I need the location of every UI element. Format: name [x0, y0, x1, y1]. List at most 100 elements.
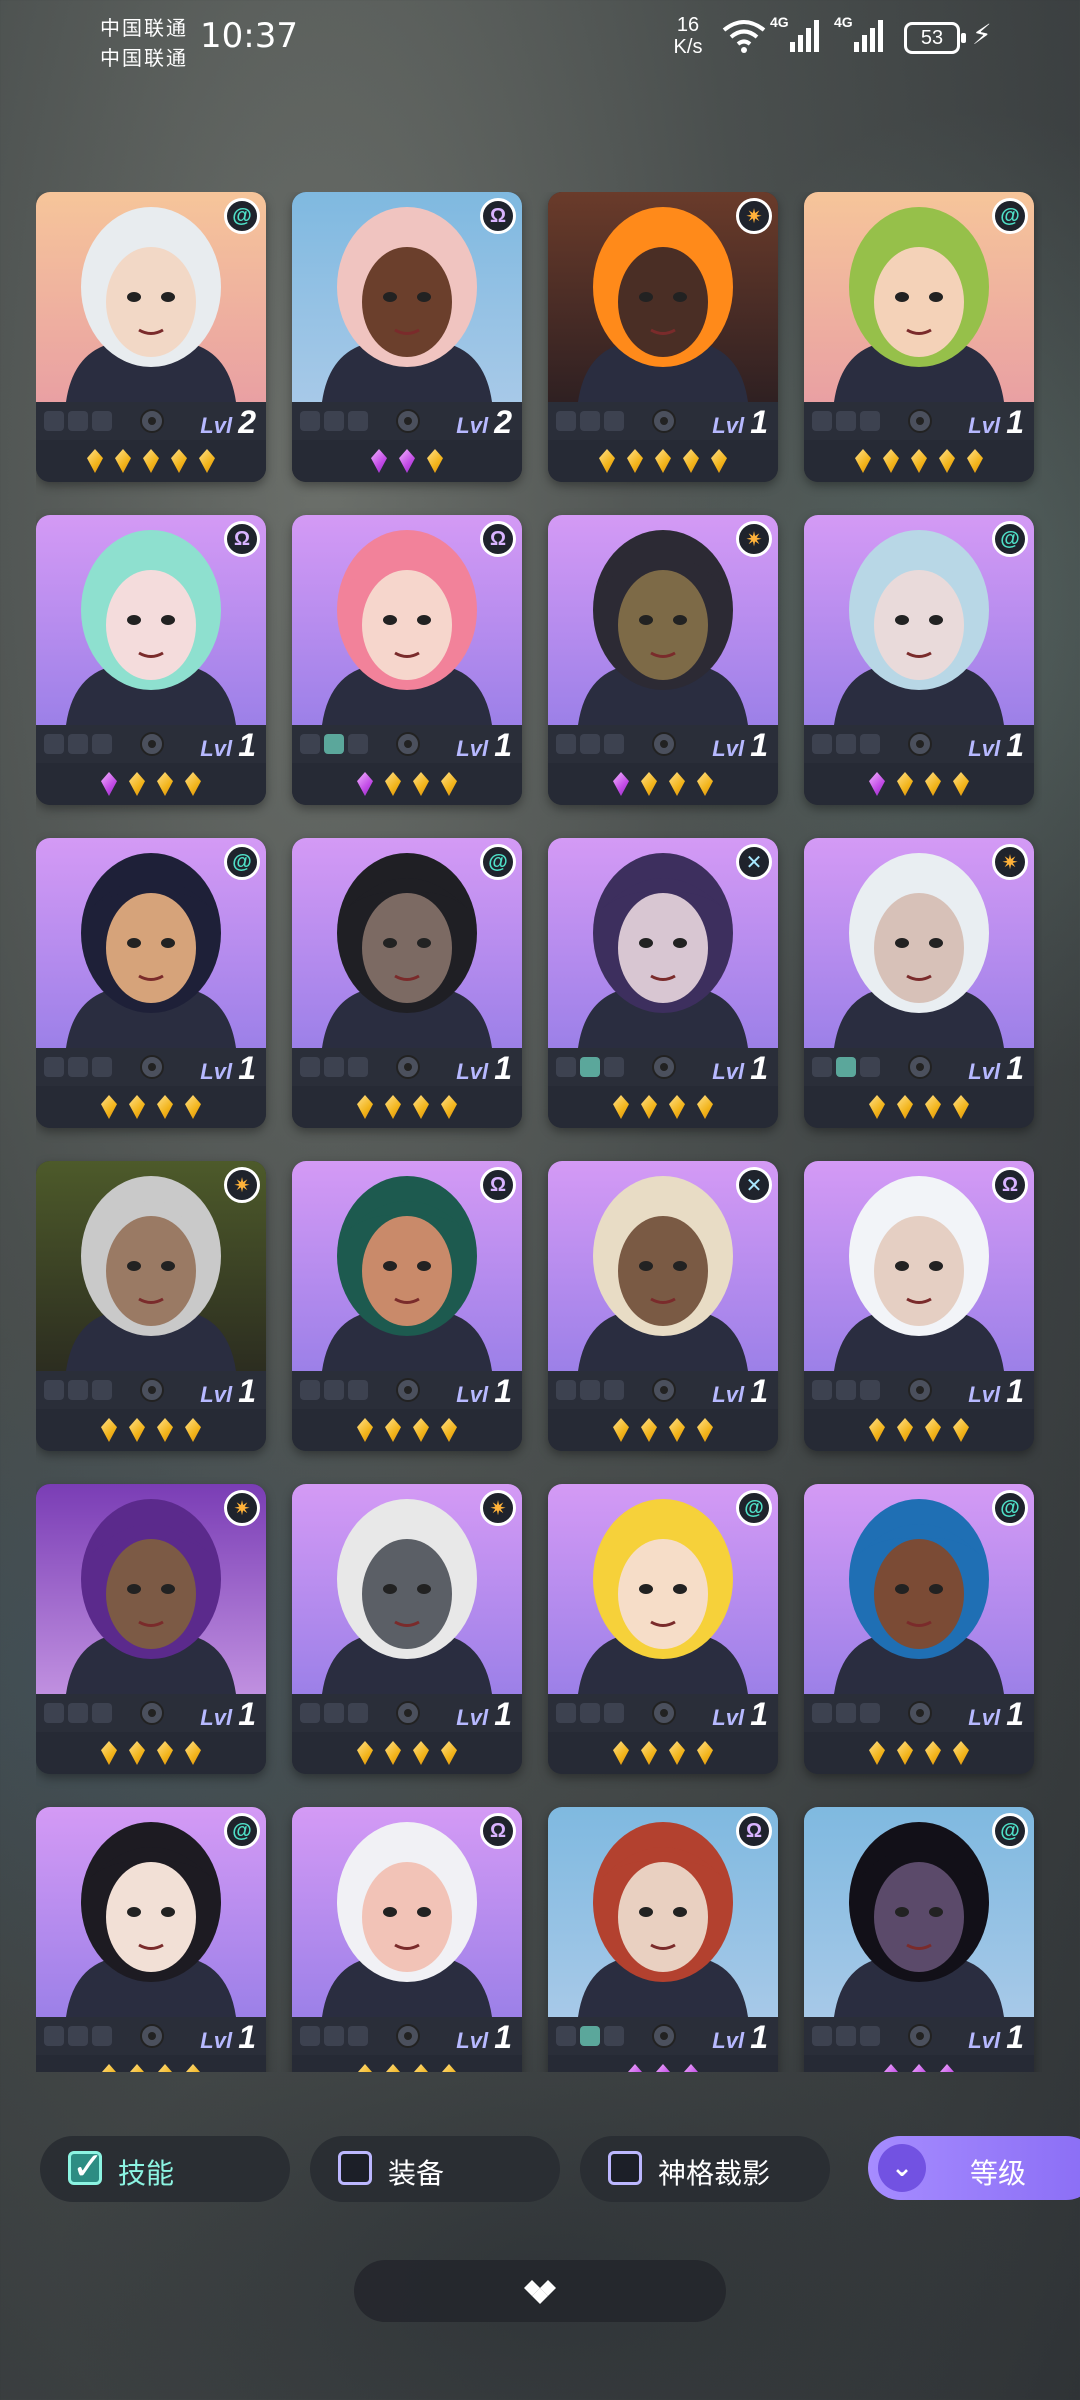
gold-gem-icon: [669, 1741, 685, 1765]
sun-icon: ✷: [992, 844, 1028, 880]
hero-card[interactable]: Ω Lvl 1: [548, 1807, 778, 2072]
gold-gem-icon: [441, 1741, 457, 1765]
hero-card[interactable]: ✷ Lvl 1: [292, 1484, 522, 1774]
hero-card[interactable]: Ω Lvl 1: [292, 1807, 522, 2072]
filter-divine-toggle[interactable]: 神格裁影: [580, 2136, 830, 2202]
hero-card[interactable]: @ Lvl 1: [804, 192, 1034, 482]
level-number: 1: [238, 1696, 256, 1732]
hero-card[interactable]: @ Lvl 1: [804, 1807, 1034, 2072]
hero-info-row: Lvl 1: [804, 1371, 1034, 1409]
gold-gem-icon: [869, 1095, 885, 1119]
hero-card[interactable]: @ Lvl 1: [36, 838, 266, 1128]
star-gems-row: [548, 1086, 778, 1128]
sort-button-label: 等级: [970, 2158, 1027, 2189]
hero-info-row: Lvl 1: [292, 1694, 522, 1732]
gold-gem-icon: [385, 772, 401, 796]
clock: 10:37: [200, 16, 298, 56]
level-prefix: Lvl: [200, 736, 239, 761]
double-chevron-down-icon: ⌄: [878, 2144, 926, 2192]
skill-slot: [556, 2026, 576, 2046]
hero-card[interactable]: ✷ Lvl 1: [548, 515, 778, 805]
level-number: 1: [1006, 727, 1024, 763]
gold-gem-icon: [911, 449, 927, 473]
star-gems-row: [292, 1732, 522, 1774]
level-number: 1: [750, 1373, 768, 1409]
hero-card[interactable]: @ Lvl 1: [548, 1484, 778, 1774]
skill-slot: [556, 1057, 576, 1077]
hero-card[interactable]: Ω Lvl 2: [292, 192, 522, 482]
hero-level: Lvl 1: [968, 1696, 1024, 1733]
gold-gem-icon: [883, 449, 899, 473]
hero-card[interactable]: @ Lvl 1: [292, 838, 522, 1128]
gold-gem-icon: [697, 772, 713, 796]
filter-equipment-toggle[interactable]: 装备: [310, 2136, 560, 2202]
gold-gem-icon: [199, 449, 215, 473]
equipment-gear-icon: [140, 409, 164, 433]
hero-card[interactable]: @ Lvl 1: [36, 1807, 266, 2072]
hero-card[interactable]: ✷ Lvl 1: [36, 1484, 266, 1774]
cross-icon: ✕: [736, 1167, 772, 1203]
level-prefix: Lvl: [968, 1382, 1007, 1407]
gold-gem-icon: [129, 1741, 145, 1765]
hero-level: Lvl 1: [712, 2019, 768, 2056]
hero-info-row: Lvl 1: [548, 402, 778, 440]
equipment-gear-icon: [140, 1378, 164, 1402]
skill-slot: [604, 2026, 624, 2046]
gold-gem-icon: [925, 1095, 941, 1119]
equipment-gear-icon: [396, 2024, 420, 2048]
skill-slot: [604, 1380, 624, 1400]
hero-card[interactable]: ✕ Lvl 1: [548, 838, 778, 1128]
spiral-icon: @: [224, 1813, 260, 1849]
level-number: 1: [494, 1373, 512, 1409]
checkbox-icon[interactable]: [608, 2151, 642, 2185]
hero-card[interactable]: @ Lvl 2: [36, 192, 266, 482]
checkbox-icon[interactable]: [68, 2144, 104, 2189]
spiral-icon: @: [992, 521, 1028, 557]
star-gems-row: [804, 1086, 1034, 1128]
level-number: 1: [494, 1050, 512, 1086]
hero-info-row: Lvl 2: [292, 402, 522, 440]
hero-card[interactable]: ✕ Lvl 1: [548, 1161, 778, 1451]
skill-slot: [324, 1057, 344, 1077]
mind-icon: Ω: [480, 521, 516, 557]
hero-card[interactable]: Ω Lvl 1: [36, 515, 266, 805]
gold-gem-icon: [953, 1741, 969, 1765]
gold-gem-icon: [101, 1741, 117, 1765]
hero-card[interactable]: Ω Lvl 1: [292, 515, 522, 805]
hero-level: Lvl 1: [200, 1050, 256, 1087]
hero-card[interactable]: Ω Lvl 1: [804, 1161, 1034, 1451]
gold-gem-icon: [613, 1418, 629, 1442]
skill-slot: [812, 1057, 832, 1077]
hero-info-row: Lvl 1: [548, 2017, 778, 2055]
hero-card[interactable]: ✷ Lvl 1: [804, 838, 1034, 1128]
filter-label: 装备: [388, 2158, 445, 2189]
filter-skill-toggle[interactable]: 技能: [40, 2136, 290, 2202]
hero-card[interactable]: Ω Lvl 1: [292, 1161, 522, 1451]
level-prefix: Lvl: [456, 413, 495, 438]
skill-slot: [300, 1703, 320, 1723]
level-number: 2: [494, 404, 512, 440]
purple-gem-icon: [399, 449, 415, 473]
skill-slot: [860, 2026, 880, 2046]
cross-icon: ✕: [736, 844, 772, 880]
checkbox-icon[interactable]: [338, 2151, 372, 2185]
spiral-icon: @: [480, 844, 516, 880]
equipment-gear-icon: [396, 409, 420, 433]
purple-gem-icon: [939, 2064, 955, 2072]
gold-gem-icon: [129, 2064, 145, 2072]
gold-gem-icon: [655, 449, 671, 473]
star-gems-row: [804, 763, 1034, 805]
equipment-gear-icon: [652, 2024, 676, 2048]
hero-card[interactable]: @ Lvl 1: [804, 1484, 1034, 1774]
sort-by-level-button[interactable]: ⌄ 等级: [868, 2136, 1080, 2200]
gold-gem-icon: [143, 449, 159, 473]
hero-info-row: Lvl 1: [292, 1048, 522, 1086]
hero-card[interactable]: ✷ Lvl 1: [36, 1161, 266, 1451]
hero-card[interactable]: ✷ Lvl 1: [548, 192, 778, 482]
hero-card[interactable]: @ Lvl 1: [804, 515, 1034, 805]
gold-gem-icon: [711, 449, 727, 473]
skill-slot: [580, 1057, 600, 1077]
gold-gem-icon: [869, 1418, 885, 1442]
skill-slot: [324, 411, 344, 431]
collapse-handle[interactable]: [354, 2260, 726, 2322]
